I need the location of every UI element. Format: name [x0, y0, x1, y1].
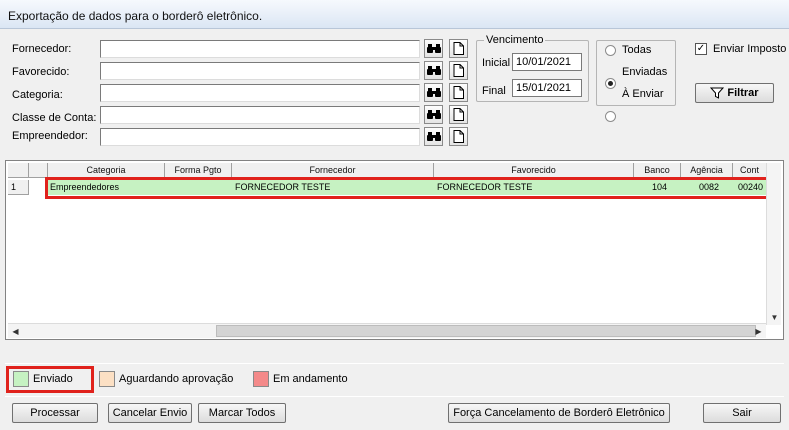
- scroll-right-icon[interactable]: ▶: [751, 324, 766, 339]
- fornecedor-search-button[interactable]: [424, 39, 443, 58]
- row-highlight-annotation: [45, 177, 769, 199]
- classe-conta-label: Classe de Conta:: [12, 112, 97, 124]
- cancelar-envio-label: Cancelar Envio: [112, 407, 188, 419]
- new-document-icon: [453, 86, 464, 99]
- classe-conta-clear-button[interactable]: [449, 105, 468, 124]
- forca-cancelamento-label: Força Cancelamento de Borderô Eletrônico: [453, 407, 665, 419]
- binoculars-icon: [426, 132, 441, 141]
- fornecedor-clear-button[interactable]: [449, 39, 468, 58]
- a-enviar-label: À Enviar: [622, 88, 664, 100]
- legend-aguardando-label: Aguardando aprovação: [119, 373, 234, 385]
- inicial-date-input[interactable]: 10/01/2021: [512, 53, 582, 71]
- empreendedor-input[interactable]: [100, 128, 420, 146]
- filtrar-button[interactable]: Filtrar: [695, 83, 774, 103]
- empreendedor-search-button[interactable]: [424, 127, 443, 146]
- check-icon: ✓: [696, 43, 706, 54]
- enviadas-label: Enviadas: [622, 66, 668, 78]
- todas-label: Todas: [622, 44, 652, 56]
- new-document-icon: [453, 64, 464, 77]
- processar-button[interactable]: Processar: [12, 403, 98, 423]
- vertical-scrollbar[interactable]: ▼: [766, 163, 781, 325]
- col-header-favorecido[interactable]: Favorecido: [434, 163, 634, 178]
- horizontal-scroll-thumb[interactable]: [216, 325, 756, 337]
- fornecedor-input[interactable]: [100, 40, 420, 58]
- grid-corner: [8, 163, 29, 178]
- legend-andamento-label: Em andamento: [273, 373, 348, 385]
- a-enviar-radio[interactable]: [605, 111, 616, 122]
- scroll-down-icon[interactable]: ▼: [767, 310, 782, 325]
- binoculars-icon: [426, 88, 441, 97]
- separator: [5, 363, 784, 364]
- categoria-search-button[interactable]: [424, 83, 443, 102]
- binoculars-icon: [426, 44, 441, 53]
- empreendedor-clear-button[interactable]: [449, 127, 468, 146]
- marcar-todos-label: Marcar Todos: [208, 407, 276, 419]
- final-date-input[interactable]: 15/01/2021: [512, 79, 582, 97]
- enviar-imposto-label: Enviar Imposto: [713, 43, 787, 55]
- inicial-label: Inicial: [482, 57, 511, 69]
- forca-cancelamento-button[interactable]: Força Cancelamento de Borderô Eletrônico: [448, 403, 670, 423]
- enviadas-radio[interactable]: [605, 78, 616, 89]
- favorecido-search-button[interactable]: [424, 61, 443, 80]
- sair-button[interactable]: Sair: [703, 403, 781, 423]
- window-titlebar: Exportação de dados para o borderô eletr…: [0, 0, 789, 29]
- favorecido-label: Favorecido:: [12, 66, 70, 78]
- binoculars-icon: [426, 66, 441, 75]
- new-document-icon: [453, 108, 464, 121]
- fornecedor-label: Fornecedor:: [12, 43, 72, 55]
- sair-label: Sair: [732, 407, 752, 419]
- categoria-input[interactable]: [100, 84, 420, 102]
- favorecido-clear-button[interactable]: [449, 61, 468, 80]
- processar-label: Processar: [30, 407, 80, 419]
- legend-andamento-swatch: [253, 371, 269, 387]
- grid-col-select: [29, 163, 48, 178]
- row-number: 1: [8, 180, 29, 195]
- scroll-left-icon[interactable]: ◀: [8, 324, 23, 339]
- col-header-forma-pgto[interactable]: Forma Pgto: [165, 163, 232, 178]
- col-header-agencia[interactable]: Agência: [681, 163, 733, 178]
- new-document-icon: [453, 42, 464, 55]
- new-document-icon: [453, 130, 464, 143]
- col-header-banco[interactable]: Banco: [634, 163, 681, 178]
- funnel-icon: [710, 87, 725, 99]
- results-grid[interactable]: Categoria Forma Pgto Fornecedor Favoreci…: [5, 160, 784, 340]
- col-header-conta[interactable]: Cont: [733, 163, 767, 178]
- col-header-fornecedor[interactable]: Fornecedor: [232, 163, 434, 178]
- legend-aguardando-swatch: [99, 371, 115, 387]
- separator: [5, 396, 784, 397]
- binoculars-icon: [426, 110, 441, 119]
- categoria-clear-button[interactable]: [449, 83, 468, 102]
- vencimento-title: Vencimento: [484, 34, 546, 46]
- enviar-imposto-checkbox[interactable]: ✓: [695, 43, 707, 55]
- categoria-label: Categoria:: [12, 89, 63, 101]
- cancelar-envio-button[interactable]: Cancelar Envio: [108, 403, 192, 423]
- classe-conta-input[interactable]: [100, 106, 420, 124]
- legend-highlight-annotation: [6, 366, 94, 393]
- todas-radio[interactable]: [605, 45, 616, 56]
- classe-conta-search-button[interactable]: [424, 105, 443, 124]
- horizontal-scrollbar[interactable]: ◀ ▶: [8, 323, 766, 338]
- final-label: Final: [482, 85, 506, 97]
- favorecido-input[interactable]: [100, 62, 420, 80]
- filtrar-label: Filtrar: [727, 87, 759, 99]
- marcar-todos-button[interactable]: Marcar Todos: [198, 403, 286, 423]
- window-title: Exportação de dados para o borderô eletr…: [8, 9, 263, 23]
- col-header-categoria[interactable]: Categoria: [48, 163, 165, 178]
- empreendedor-label: Empreendedor:: [12, 130, 88, 142]
